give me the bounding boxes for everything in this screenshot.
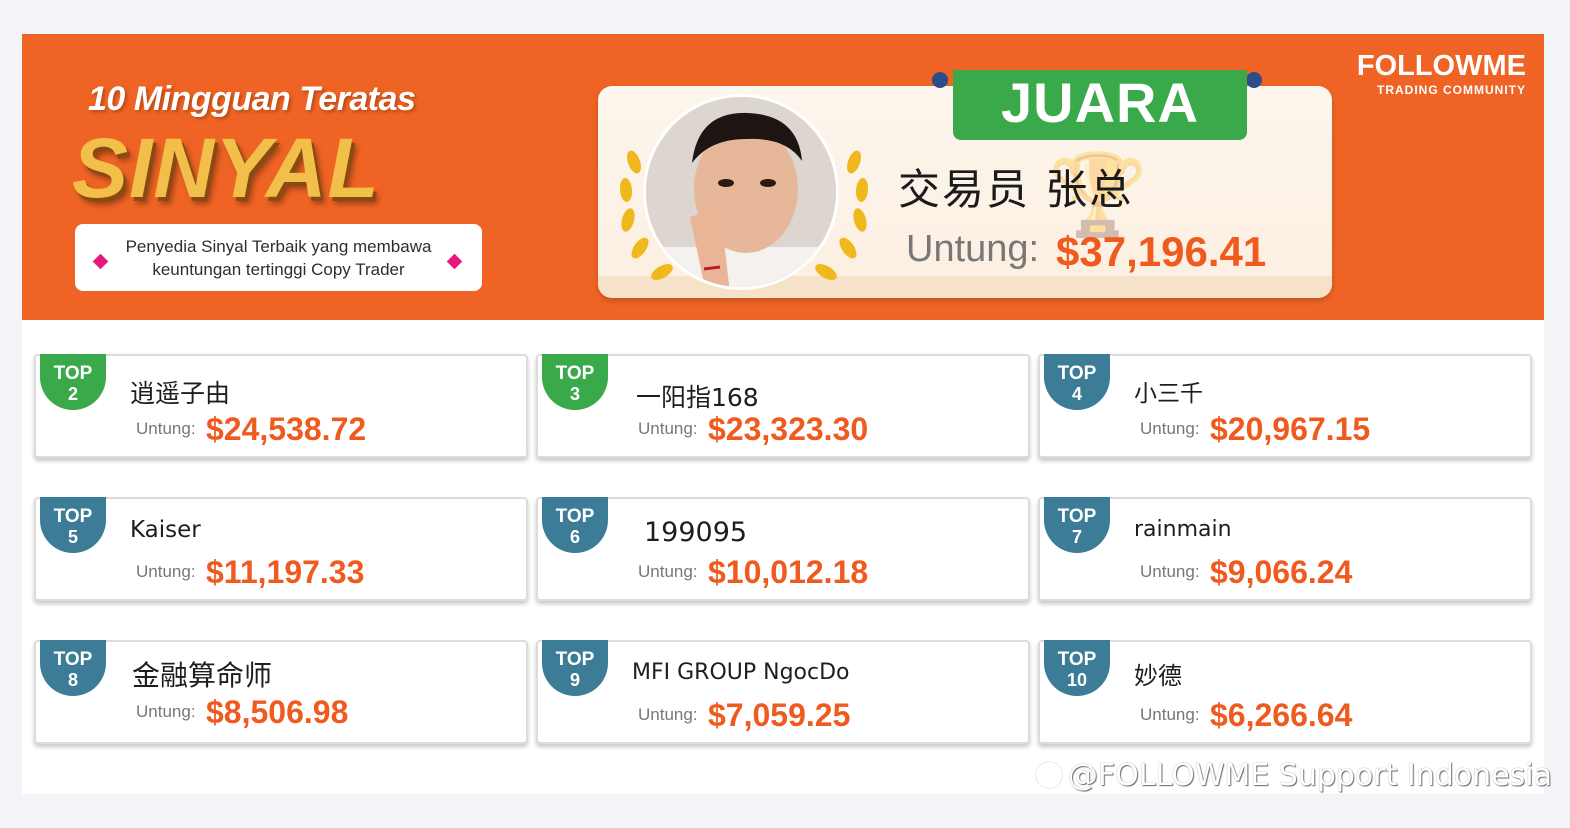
watermark-text: @FOLLOWME Support Indonesia [1067,758,1552,793]
profit-label: Untung: [638,705,698,724]
champion-card: JUARA 🏆 交易员 张总 Untung: $37,196.41 [598,70,1332,298]
profit-value: $24,538.72 [206,411,367,447]
subtitle-line1: Penyedia Sinyal Terbaik yang membawa [125,237,432,256]
profit-label: Untung: [1140,419,1200,438]
rank-card-4: TOP 4 小三千 Untung: $20,967.15 [1038,354,1532,458]
profit-value: $20,967.15 [1210,411,1371,447]
watermark: @FOLLOWME Support Indonesia [1035,758,1552,793]
pin-icon [932,72,948,88]
profit-value: $9,066.24 [1210,554,1353,590]
rank-card-5: TOP 5 Kaiser Untung: $11,197.33 [34,497,528,601]
rank-badge: TOP 7 [1044,497,1110,553]
profit-label: Untung: [136,702,196,721]
rank-badge: TOP 9 [542,640,608,696]
profit-label: Untung: [1140,562,1200,581]
rank-card-9: TOP 9 MFI GROUP NgocDo Untung: $7,059.25 [536,640,1030,744]
profit-label: Untung: [1140,705,1200,724]
title-sinyal: SINYAL [72,121,380,215]
rank-badge: TOP 3 [542,354,608,410]
rank-badge: TOP 6 [542,497,608,553]
trader-name: MFI GROUP NgocDo [632,660,850,685]
poster-frame: 10 Mingguan Teratas SINYAL Penyedia Siny… [22,34,1544,794]
rank-card-2: TOP 2 逍遥子由 Untung: $24,538.72 [34,354,528,458]
rank-badge: TOP 10 [1044,640,1110,696]
subtitle-line2: keuntungan tertinggi Copy Trader [152,260,405,279]
champion-avatar [643,94,839,290]
trader-name: 一阳指168 [636,383,759,412]
profit-label: Untung: [638,419,698,438]
rank-badge: TOP 2 [40,354,106,410]
profit-label: Untung: [638,562,698,581]
pin-icon [1246,72,1262,88]
profit-label: Untung: [136,419,196,438]
trader-name: 199095 [644,517,748,548]
trader-name: rainmain [1134,517,1232,542]
profit-value: $23,323.30 [708,411,869,447]
profit-value: $11,197.33 [206,554,365,590]
trader-name: 金融算命师 [132,659,273,692]
rank-badge: TOP 5 [40,497,106,553]
rank-badge: TOP 8 [40,640,106,696]
profit-value: $10,012.18 [708,554,869,590]
trader-name: Kaiser [130,517,201,543]
trader-name: 妙德 [1134,662,1182,690]
trader-name: 逍遥子由 [130,379,231,408]
avatar-portrait [646,97,836,287]
title-weekly: 10 Mingguan Teratas [88,80,416,118]
rank-badge: TOP 4 [1044,354,1110,410]
champion-profit-label: Untung: [906,228,1040,270]
profit-value: $7,059.25 [708,697,851,733]
profit-value: $6,266.64 [1210,697,1353,733]
brand-name: FOLLOWME [1356,50,1526,82]
rank-card-7: TOP 7 rainmain Untung: $9,066.24 [1038,497,1532,601]
rank-card-10: TOP 10 妙德 Untung: $6,266.64 [1038,640,1532,744]
subtitle-box: Penyedia Sinyal Terbaik yang membawa keu… [75,224,482,291]
rank-card-6: TOP 6 199095 Untung: $10,012.18 [536,497,1030,601]
rank-card-8: TOP 8 金融算命师 Untung: $8,506.98 [34,640,528,744]
profit-label: Untung: [136,562,196,581]
brand-tag: TRADING COMMUNITY [1377,83,1526,97]
banner: 10 Mingguan Teratas SINYAL Penyedia Siny… [22,34,1544,320]
rank-card-3: TOP 3 一阳指168 Untung: $23,323.30 [536,354,1030,458]
brand-logo: FOLLOWME TRADING COMMUNITY [1357,50,1526,97]
champion-name: 交易员 张总 [898,165,1134,214]
profit-value: $8,506.98 [206,694,349,730]
trader-name: 小三千 [1134,381,1203,407]
weibo-icon [1035,762,1062,788]
champion-tab: JUARA [953,70,1247,140]
champion-profit: $37,196.41 [1056,228,1267,275]
